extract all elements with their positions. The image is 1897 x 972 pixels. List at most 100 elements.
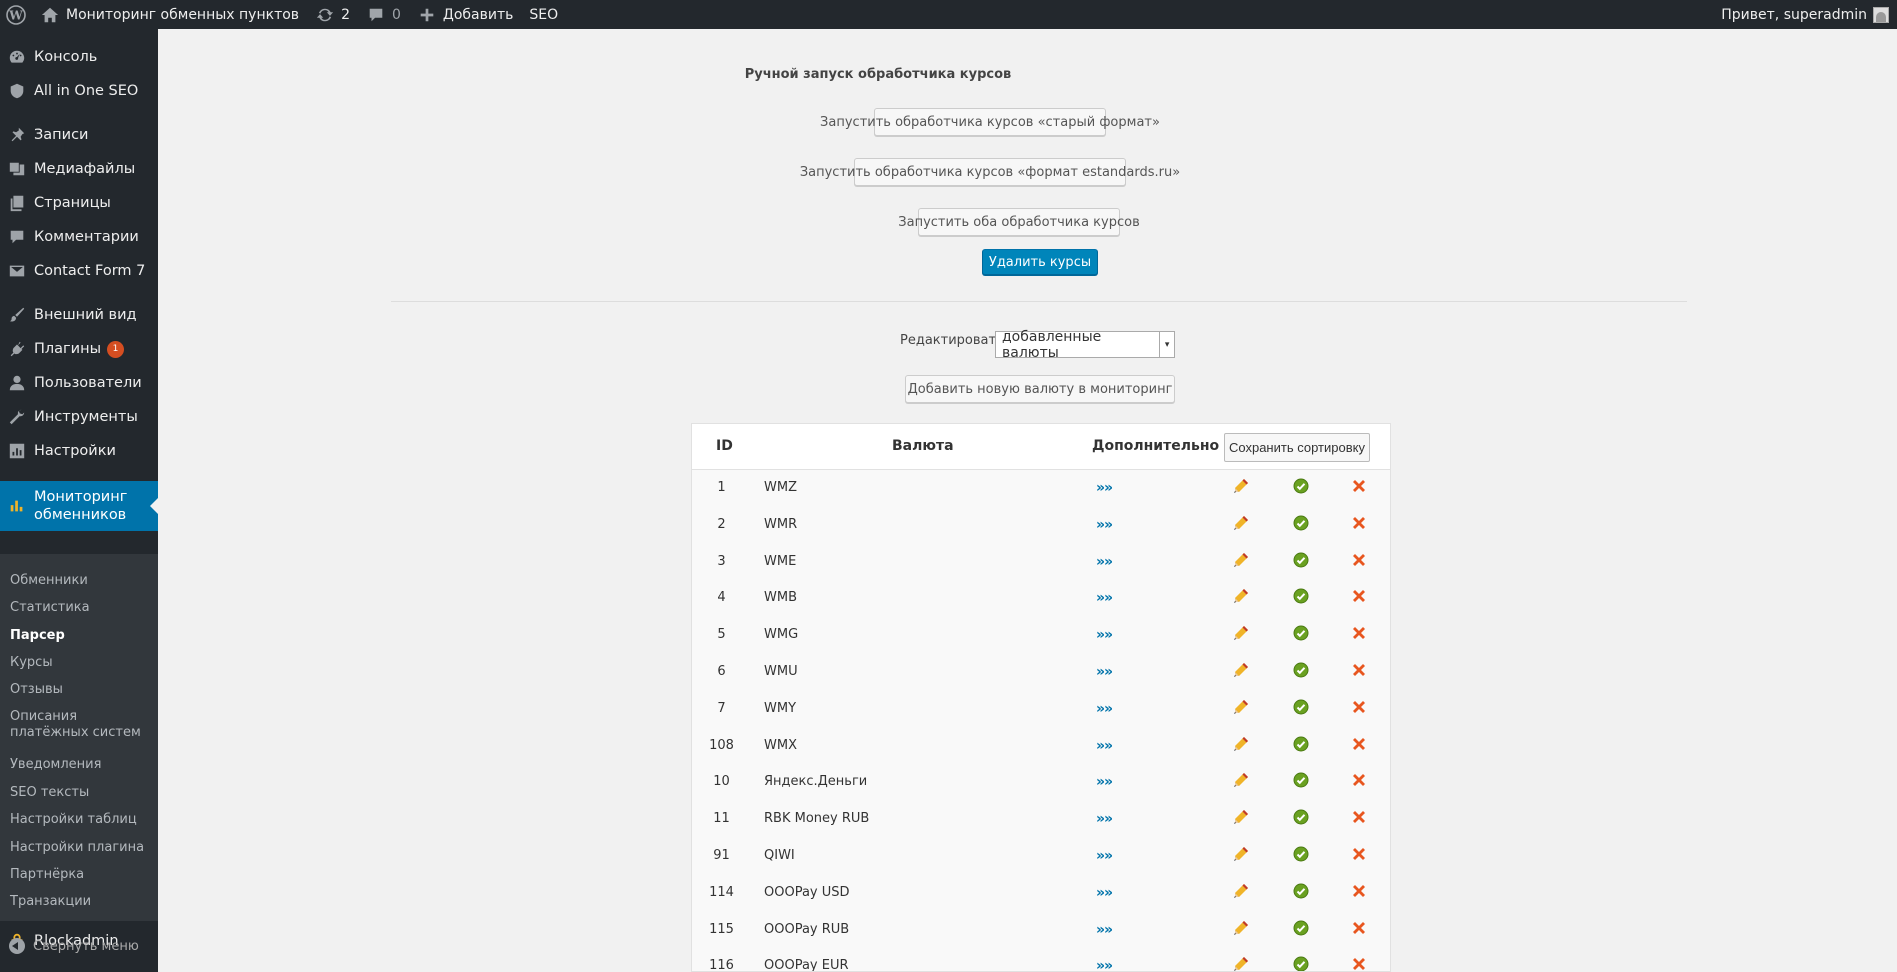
submenu-item-parser[interactable]: Парсер xyxy=(10,628,150,644)
site-name-link[interactable]: Мониторинг обменных пунктов xyxy=(32,0,307,29)
submenu-item-rates[interactable]: Курсы xyxy=(10,655,150,671)
more-details-link[interactable]: »» xyxy=(1096,664,1113,680)
delete-x-icon[interactable] xyxy=(1351,920,1367,936)
more-details-link[interactable]: »» xyxy=(1096,738,1113,754)
more-details-link[interactable]: »» xyxy=(1096,480,1113,496)
more-details-link[interactable]: »» xyxy=(1096,848,1113,864)
more-details-link[interactable]: »» xyxy=(1096,517,1113,533)
wordpress-logo-icon[interactable]: W xyxy=(0,0,32,29)
user-account-menu[interactable]: Привет, superadmin xyxy=(1713,0,1897,29)
sidebar-item-appearance[interactable]: Внешний вид xyxy=(0,301,158,329)
more-details-link[interactable]: »» xyxy=(1096,885,1113,901)
sidebar-item-console[interactable]: Консоль xyxy=(0,43,158,71)
active-check-icon[interactable] xyxy=(1293,883,1309,899)
edit-pencil-icon[interactable] xyxy=(1233,920,1249,936)
sidebar-item-tools[interactable]: Инструменты xyxy=(0,403,158,431)
sidebar-item-comments[interactable]: Комментарии xyxy=(0,223,158,251)
edit-pencil-icon[interactable] xyxy=(1233,515,1249,531)
more-details-link[interactable]: »» xyxy=(1096,590,1113,606)
submenu-item-payment-descriptions[interactable]: Описания платёжных систем xyxy=(10,709,150,741)
active-check-icon[interactable] xyxy=(1293,699,1309,715)
active-check-icon[interactable] xyxy=(1293,956,1309,971)
sidebar-item-label: Внешний вид xyxy=(34,307,137,323)
edit-select[interactable]: добавленные валюты ▾ xyxy=(995,329,1175,361)
delete-x-icon[interactable] xyxy=(1351,552,1367,568)
active-check-icon[interactable] xyxy=(1293,478,1309,494)
delete-x-icon[interactable] xyxy=(1351,588,1367,604)
sidebar-item-pages[interactable]: Страницы xyxy=(0,189,158,217)
submenu-item-statistics[interactable]: Статистика xyxy=(10,600,150,616)
more-details-link[interactable]: »» xyxy=(1096,627,1113,643)
submenu-item-affiliate[interactable]: Партнёрка xyxy=(10,867,150,883)
edit-pencil-icon[interactable] xyxy=(1233,478,1249,494)
more-details-link[interactable]: »» xyxy=(1096,922,1113,938)
delete-x-icon[interactable] xyxy=(1351,662,1367,678)
sidebar-item-users[interactable]: Пользователи xyxy=(0,369,158,397)
submenu-item-transactions[interactable]: Транзакции xyxy=(10,894,150,910)
save-sorting-button[interactable]: Сохранить сортировку xyxy=(1224,433,1370,462)
comments-link[interactable]: 0 xyxy=(358,0,409,29)
delete-x-icon[interactable] xyxy=(1351,515,1367,531)
active-check-icon[interactable] xyxy=(1293,588,1309,604)
edit-pencil-icon[interactable] xyxy=(1233,956,1249,971)
submenu-item-notifications[interactable]: Уведомления xyxy=(10,757,150,773)
delete-x-icon[interactable] xyxy=(1351,478,1367,494)
sidebar-item-posts[interactable]: Записи xyxy=(0,121,158,149)
edit-pencil-icon[interactable] xyxy=(1233,552,1249,568)
active-check-icon[interactable] xyxy=(1293,662,1309,678)
run-estandards-format-button[interactable]: Запустить обработчика курсов «формат est… xyxy=(800,158,1180,186)
add-new-link[interactable]: Добавить xyxy=(409,0,521,29)
delete-x-icon[interactable] xyxy=(1351,625,1367,641)
delete-x-icon[interactable] xyxy=(1351,772,1367,788)
active-check-icon[interactable] xyxy=(1293,846,1309,862)
more-details-link[interactable]: »» xyxy=(1096,958,1113,971)
more-details-link[interactable]: »» xyxy=(1096,701,1113,717)
submenu-item-exchangers[interactable]: Обменники xyxy=(10,573,150,589)
collapse-menu-button[interactable]: Свернуть меню xyxy=(0,934,158,958)
run-both-handlers-button[interactable]: Запустить оба обработчика курсов xyxy=(898,208,1140,236)
submenu-item-reviews[interactable]: Отзывы xyxy=(10,682,150,698)
active-check-icon[interactable] xyxy=(1293,736,1309,752)
edit-pencil-icon[interactable] xyxy=(1233,846,1249,862)
submenu-item-table-settings[interactable]: Настройки таблиц xyxy=(10,812,150,828)
sidebar-item-contact-form[interactable]: Contact Form 7 xyxy=(0,257,158,285)
edit-pencil-icon[interactable] xyxy=(1233,699,1249,715)
edit-pencil-icon[interactable] xyxy=(1233,883,1249,899)
active-check-icon[interactable] xyxy=(1293,625,1309,641)
run-old-format-button[interactable]: Запустить обработчика курсов «старый фор… xyxy=(820,108,1160,136)
active-check-icon[interactable] xyxy=(1293,772,1309,788)
sidebar-item-all-in-one-seo[interactable]: All in One SEO xyxy=(0,77,158,105)
delete-x-icon[interactable] xyxy=(1351,883,1367,899)
updates-link[interactable]: 2 xyxy=(307,0,358,29)
active-check-icon[interactable] xyxy=(1293,552,1309,568)
edit-pencil-icon[interactable] xyxy=(1233,662,1249,678)
edit-pencil-icon[interactable] xyxy=(1233,772,1249,788)
sidebar-item-settings[interactable]: Настройки xyxy=(0,437,158,465)
delete-x-icon[interactable] xyxy=(1351,846,1367,862)
shield-icon xyxy=(0,82,34,100)
sidebar-item-media[interactable]: Медиафайлы xyxy=(0,155,158,183)
edit-pencil-icon[interactable] xyxy=(1233,809,1249,825)
delete-rates-button[interactable]: Удалить курсы xyxy=(982,249,1098,275)
submenu-item-seo-texts[interactable]: SEO тексты xyxy=(10,785,150,801)
add-currency-button[interactable]: Добавить новую валюту в мониторинг xyxy=(905,375,1175,403)
edit-pencil-icon[interactable] xyxy=(1233,736,1249,752)
delete-x-icon[interactable] xyxy=(1351,736,1367,752)
more-details-link[interactable]: »» xyxy=(1096,811,1113,827)
active-check-icon[interactable] xyxy=(1293,515,1309,531)
more-details-link[interactable]: »» xyxy=(1096,554,1113,570)
delete-x-icon[interactable] xyxy=(1351,699,1367,715)
edit-pencil-icon[interactable] xyxy=(1233,625,1249,641)
sidebar-item-exchange-monitoring[interactable]: Мониторинг обменников xyxy=(0,481,158,531)
edit-pencil-icon[interactable] xyxy=(1233,588,1249,604)
row-id: 5 xyxy=(717,627,726,643)
sidebar-item-plugins[interactable]: Плагины 1 xyxy=(0,335,158,363)
seo-link[interactable]: SEO xyxy=(521,0,566,29)
delete-x-icon[interactable] xyxy=(1351,956,1367,971)
active-check-icon[interactable] xyxy=(1293,809,1309,825)
active-check-icon[interactable] xyxy=(1293,920,1309,936)
delete-x-icon[interactable] xyxy=(1351,809,1367,825)
more-details-link[interactable]: »» xyxy=(1096,774,1113,790)
table-row: 10 Яндекс.Деньги »» xyxy=(692,764,1390,800)
submenu-item-plugin-settings[interactable]: Настройки плагина xyxy=(10,840,150,856)
